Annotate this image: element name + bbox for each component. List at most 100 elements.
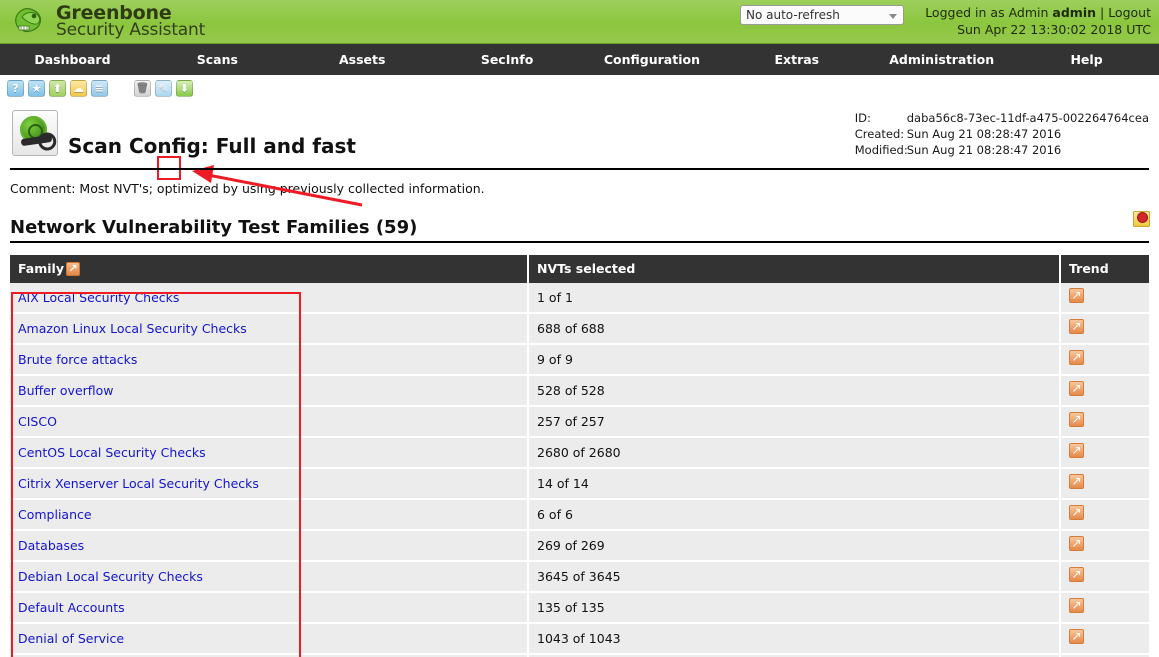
family-link[interactable]: Databases bbox=[18, 538, 84, 553]
trash-icon[interactable]: 🗑 bbox=[134, 80, 151, 97]
nvts-selected-cell: 269 of 269 bbox=[528, 530, 1061, 562]
table-row: Brute force attacks 9 of 9 bbox=[10, 344, 1149, 376]
table-row: AIX Local Security Checks 1 of 1 bbox=[10, 283, 1149, 314]
nav-item-assets[interactable]: Assets bbox=[290, 44, 435, 75]
trend-cell bbox=[1060, 375, 1149, 407]
family-cell: AIX Local Security Checks bbox=[10, 283, 529, 314]
column-header-family-label: Family bbox=[18, 261, 64, 276]
new-note-icon[interactable] bbox=[1133, 211, 1150, 227]
trend-cell bbox=[1060, 592, 1149, 624]
logout-link[interactable]: Logout bbox=[1108, 5, 1151, 20]
nvts-selected-cell: 688 of 688 bbox=[528, 313, 1061, 345]
family-link[interactable]: Brute force attacks bbox=[18, 352, 137, 367]
family-link[interactable]: Buffer overflow bbox=[18, 383, 114, 398]
family-cell: Buffer overflow bbox=[10, 375, 529, 407]
metadata-modified-value: Sun Aug 21 08:28:47 2016 bbox=[906, 143, 1062, 157]
resource-metadata: ID: daba56c8-73ec-11df-a475-002264764cea… bbox=[855, 110, 1149, 158]
nvts-selected-cell: 135 of 135 bbox=[528, 592, 1061, 624]
nav-item-help[interactable]: Help bbox=[1014, 44, 1159, 75]
column-header-family[interactable]: Family bbox=[10, 255, 529, 283]
nav-item-scans[interactable]: Scans bbox=[145, 44, 290, 75]
sort-ascending-icon[interactable] bbox=[65, 261, 80, 276]
family-cell: Default Accounts bbox=[10, 592, 529, 624]
scan-config-icon bbox=[12, 110, 58, 156]
nvts-selected-cell: 2680 of 2680 bbox=[528, 437, 1061, 469]
cloud-icon-glyph: ☁ bbox=[73, 82, 84, 95]
family-cell: Compliance bbox=[10, 499, 529, 531]
trend-grow-icon[interactable] bbox=[1069, 628, 1084, 644]
table-row: Citrix Xenserver Local Security Checks 14… bbox=[10, 468, 1149, 500]
brand-text: Greenbone Security Assistant bbox=[56, 3, 205, 39]
trend-grow-icon[interactable] bbox=[1069, 287, 1084, 303]
cloud-icon[interactable]: ☁ bbox=[70, 80, 87, 97]
edit-wrench-icon[interactable]: ✎ bbox=[155, 80, 172, 97]
column-header-trend[interactable]: Trend bbox=[1060, 255, 1149, 283]
families-section-title: Network Vulnerability Test Families (59) bbox=[10, 217, 418, 238]
help-icon[interactable]: ? bbox=[7, 80, 24, 97]
trend-cell bbox=[1060, 530, 1149, 562]
metadata-created-row: Created: Sun Aug 21 08:28:47 2016 bbox=[855, 126, 1149, 142]
nav-item-secinfo[interactable]: SecInfo bbox=[435, 44, 580, 75]
metadata-id-row: ID: daba56c8-73ec-11df-a475-002264764cea bbox=[855, 110, 1149, 126]
family-link[interactable]: CentOS Local Security Checks bbox=[18, 445, 206, 460]
trend-grow-icon[interactable] bbox=[1069, 411, 1084, 427]
family-link[interactable]: Compliance bbox=[18, 507, 92, 522]
metadata-id-label: ID: bbox=[854, 111, 871, 125]
family-link[interactable]: Default Accounts bbox=[18, 600, 125, 615]
server-datetime: Sun Apr 22 13:30:02 2018 UTC bbox=[957, 22, 1151, 37]
session-info: Logged in as Admin admin | Logout Sun Ap… bbox=[925, 4, 1151, 38]
family-cell: Citrix Xenserver Local Security Checks bbox=[10, 468, 529, 500]
user-name: admin bbox=[1052, 5, 1096, 20]
family-link[interactable]: Debian Local Security Checks bbox=[18, 569, 203, 584]
trend-grow-icon[interactable] bbox=[1069, 473, 1084, 489]
trash-icon-glyph: 🗑 bbox=[136, 82, 149, 94]
nav-item-dashboard[interactable]: Dashboard bbox=[0, 44, 145, 75]
family-cell: Debian Local Security Checks bbox=[10, 561, 529, 593]
column-header-nvts-selected[interactable]: NVTs selected bbox=[528, 255, 1061, 283]
list-icon[interactable]: ≡ bbox=[91, 80, 108, 97]
trend-cell bbox=[1060, 344, 1149, 376]
families-table-head: Family NVTs selected Trend bbox=[10, 255, 1149, 283]
user-role: Admin bbox=[1008, 5, 1049, 20]
chevron-down-icon bbox=[889, 14, 897, 19]
nav-item-extras[interactable]: Extras bbox=[724, 44, 869, 75]
trend-grow-icon[interactable] bbox=[1069, 535, 1084, 551]
trend-cell bbox=[1060, 283, 1149, 314]
family-link[interactable]: AIX Local Security Checks bbox=[18, 290, 179, 305]
nvts-selected-cell: 1043 of 1043 bbox=[528, 623, 1061, 655]
family-link[interactable]: Amazon Linux Local Security Checks bbox=[18, 321, 247, 336]
family-link[interactable]: CISCO bbox=[18, 414, 57, 429]
nvts-selected-cell: 9 of 9 bbox=[528, 344, 1061, 376]
trend-grow-icon[interactable] bbox=[1069, 442, 1084, 458]
family-cell: Denial of Service bbox=[10, 623, 529, 655]
family-cell: CISCO bbox=[10, 406, 529, 438]
nav-item-administration[interactable]: Administration bbox=[869, 44, 1014, 75]
nvts-selected-cell: 1 of 1 bbox=[528, 283, 1061, 314]
trend-cell bbox=[1060, 468, 1149, 500]
trend-grow-icon[interactable] bbox=[1069, 566, 1084, 582]
page-header: Scan Config: Full and fast ID: daba56c8-… bbox=[10, 108, 1149, 170]
families-section-header: Network Vulnerability Test Families (59) bbox=[10, 211, 1150, 243]
metadata-modified-row: Modified: Sun Aug 21 08:28:47 2016 bbox=[855, 142, 1149, 158]
brand: Greenbone Security Assistant bbox=[10, 1, 205, 41]
family-link[interactable]: Denial of Service bbox=[18, 631, 124, 646]
trend-grow-icon[interactable] bbox=[1069, 349, 1084, 365]
upload-icon-glyph: ⬆ bbox=[52, 82, 63, 95]
trend-grow-icon[interactable] bbox=[1069, 380, 1084, 396]
trend-grow-icon[interactable] bbox=[1069, 504, 1084, 520]
favorite-star-icon-glyph: ★ bbox=[31, 82, 42, 95]
nav-item-configuration[interactable]: Configuration bbox=[580, 44, 725, 75]
trend-grow-icon[interactable] bbox=[1069, 318, 1084, 334]
upload-icon[interactable]: ⬆ bbox=[49, 80, 66, 97]
auto-refresh-select[interactable]: No auto-refresh bbox=[740, 5, 904, 25]
brand-subtitle: Security Assistant bbox=[56, 20, 206, 40]
favorite-star-icon[interactable]: ★ bbox=[28, 80, 45, 97]
edit-wrench-icon-glyph: ✎ bbox=[158, 82, 169, 95]
table-row: CentOS Local Security Checks 2680 of 2680 bbox=[10, 437, 1149, 469]
trend-grow-icon[interactable] bbox=[1069, 597, 1084, 613]
app-window: Greenbone Security Assistant No auto-ref… bbox=[0, 0, 1159, 657]
family-link[interactable]: Citrix Xenserver Local Security Checks bbox=[18, 476, 259, 491]
export-download-icon[interactable]: ⬇ bbox=[176, 80, 193, 97]
family-cell: Amazon Linux Local Security Checks bbox=[10, 313, 529, 345]
nvts-selected-cell: 528 of 528 bbox=[528, 375, 1061, 407]
